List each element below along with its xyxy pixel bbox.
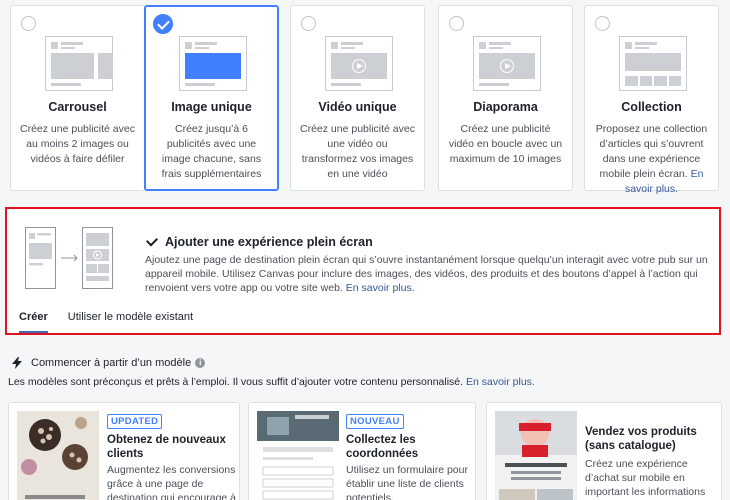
collection-preview-icon xyxy=(619,36,687,91)
template-card-sell-products[interactable]: Vendez vos produits (sans catalogue) Cré… xyxy=(486,402,722,500)
radio-button[interactable] xyxy=(595,16,610,31)
info-icon[interactable]: i xyxy=(195,358,206,368)
template-card-new-customers[interactable]: UPDATED Obtenez de nouveaux clients Augm… xyxy=(8,402,240,500)
template-preview-image xyxy=(495,411,577,500)
template-title: Collectez les coordonnées xyxy=(346,434,419,460)
template-card-collect-contacts[interactable]: NOUVEAU Collectez les coordonnées Utilis… xyxy=(248,402,476,500)
format-card-carrousel[interactable]: Carrousel Créez une publicité avec au mo… xyxy=(10,5,145,191)
format-description: Proposez une collection d’articles qui s… xyxy=(595,123,708,195)
format-card-image-unique[interactable]: Image unique Créez jusqu’à 6 publicités … xyxy=(144,5,279,191)
format-description: Créez jusqu’à 6 publicités avec une imag… xyxy=(161,123,262,180)
format-description: Créez une publicité vidéo en boucle avec… xyxy=(448,123,563,165)
format-title: Diaporama xyxy=(473,100,538,114)
template-preview-image xyxy=(17,411,99,500)
carousel-preview-icon xyxy=(45,36,113,91)
radio-button[interactable] xyxy=(21,16,36,31)
play-icon xyxy=(500,59,514,73)
template-description: Créez une expérience d’achat sur mobile … xyxy=(585,458,706,498)
video-preview-icon xyxy=(325,36,393,91)
lightning-icon xyxy=(12,357,22,369)
format-card-video-unique[interactable]: Vidéo unique Créez une publicité avec un… xyxy=(290,5,425,191)
radio-button[interactable] xyxy=(449,16,464,31)
format-description: Créez une publicité avec une vidéo ou tr… xyxy=(300,123,415,180)
fullscreen-experience-panel: Ajouter une expérience plein écran Ajout… xyxy=(5,207,721,335)
template-title: Obtenez de nouveaux clients xyxy=(107,434,226,460)
template-description: Augmentez les conversions grâce à une pa… xyxy=(107,464,237,500)
checkmark-icon[interactable] xyxy=(145,233,159,247)
learn-more-link[interactable]: En savoir plus. xyxy=(346,282,415,294)
tab-create[interactable]: Créer xyxy=(19,311,48,333)
format-card-diaporama[interactable]: Diaporama Créez une publicité vidéo en b… xyxy=(438,5,573,191)
fullscreen-checkbox[interactable]: Ajouter une expérience plein écran xyxy=(145,233,373,249)
slideshow-preview-icon xyxy=(473,36,541,91)
format-title: Image unique xyxy=(171,100,252,114)
format-title: Vidéo unique xyxy=(318,100,397,114)
learn-more-link[interactable]: En savoir plus. xyxy=(466,376,535,388)
canvas-illustration-icon xyxy=(25,227,125,289)
image-preview-icon xyxy=(179,36,247,91)
canvas-tabs: Créer Utiliser le modèle existant xyxy=(19,311,213,333)
template-preview-image xyxy=(257,411,339,500)
template-description: Utilisez un formulaire pour établir une … xyxy=(346,464,468,500)
templates-subtitle: Les modèles sont préconçus et prêts à l’… xyxy=(8,376,535,388)
play-icon xyxy=(352,59,366,73)
format-description: Créez une publicité avec au moins 2 imag… xyxy=(20,123,135,165)
fullscreen-title: Ajouter une expérience plein écran xyxy=(165,235,373,249)
status-badge: NOUVEAU xyxy=(346,414,404,429)
format-title: Collection xyxy=(621,100,682,114)
templates-heading: Commencer à partir d’un modèle i xyxy=(12,357,206,369)
format-card-collection[interactable]: Collection Proposez une collection d’art… xyxy=(584,5,719,195)
status-badge: UPDATED xyxy=(107,414,163,429)
tab-use-existing-template[interactable]: Utiliser le modèle existant xyxy=(68,311,193,333)
radio-button[interactable] xyxy=(301,16,316,31)
radio-checked-icon[interactable] xyxy=(153,14,173,34)
template-title: Vendez vos produits (sans catalogue) xyxy=(585,426,697,452)
fullscreen-description: Ajoutez une page de destination plein éc… xyxy=(145,254,708,294)
format-title: Carrousel xyxy=(48,100,107,114)
